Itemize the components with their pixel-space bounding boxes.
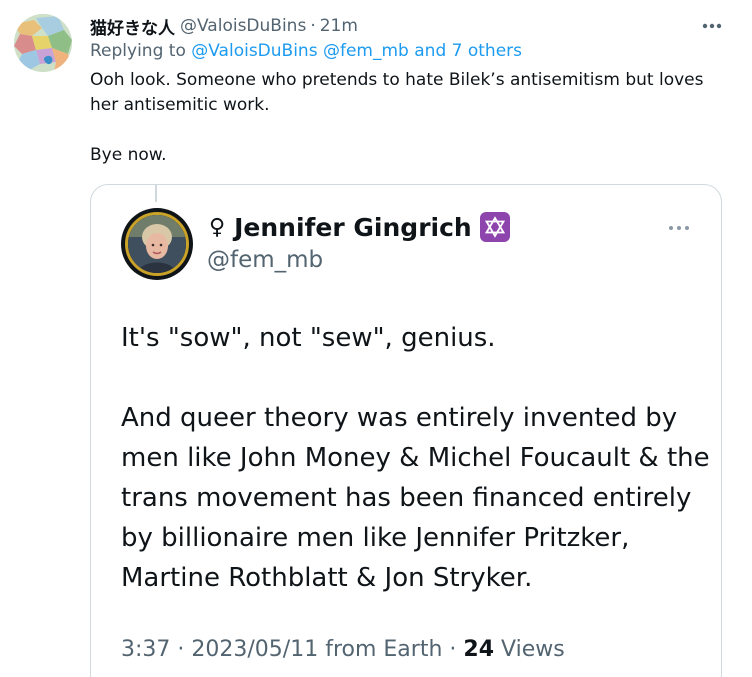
display-name[interactable]: 猫好きな人 [90,14,175,39]
user-avatar[interactable] [14,14,72,72]
tweet-timestamp[interactable]: 21m [320,16,358,36]
quoted-avatar [121,208,193,280]
replying-prefix: Replying to [90,41,186,61]
views-count: 24 [463,637,495,662]
map-avatar-image [14,14,72,72]
female-sign-icon: ♀ [209,214,226,240]
replying-others-link[interactable]: and 7 others [414,41,522,61]
separator-dot: · [310,16,316,36]
quoted-handle: @fem_mb [207,247,324,273]
tweet-text-line: Bye now. [90,145,167,165]
more-horizontal-icon[interactable] [700,14,724,38]
tweet-header: 猫好きな人 @ValoisDuBins · 21m [90,14,358,39]
quoted-time: 3:37 [121,637,171,662]
meta-separator: · [449,637,457,662]
replying-to-line: Replying to @ValoisDuBins @fem_mb and 7 … [90,41,522,61]
quoted-name-row: ♀ Jennifer Gingrich [209,212,510,242]
quoted-paragraph: It's "sow", not "sew", genius. [121,323,496,353]
quoted-tweet-text: It's "sow", not "sew", genius. And queer… [121,318,711,598]
quoted-date: 2023/05/11 from Earth [191,637,443,662]
replying-mention-fem-mb[interactable]: @fem_mb [323,41,409,61]
meta-separator: · [177,637,185,662]
star-of-david-icon [479,212,510,242]
views-label: Views [501,637,565,662]
reply-tweet[interactable]: 猫好きな人 @ValoisDuBins · 21m Replying to @V… [0,0,752,677]
person-photo-icon [128,215,186,273]
quoted-display-name: Jennifer Gingrich [234,212,472,242]
tweet-text-line: Ooh look. Someone who pretends to hate B… [90,70,704,115]
quoted-meta: 3:37 · 2023/05/11 from Earth · 24 Views [121,637,565,662]
more-horizontal-icon [666,219,692,231]
quoted-tweet-image[interactable]: ♀ Jennifer Gingrich @fem_mb It's "sow", … [90,184,722,677]
user-handle[interactable]: @ValoisDuBins [180,16,306,36]
quoted-paragraph: And queer theory was entirely invented b… [121,403,710,593]
tweet-text: Ooh look. Someone who pretends to hate B… [90,68,730,168]
thread-connector-line [155,184,157,202]
replying-mention-valoisdubins[interactable]: @ValoisDuBins [191,41,317,61]
